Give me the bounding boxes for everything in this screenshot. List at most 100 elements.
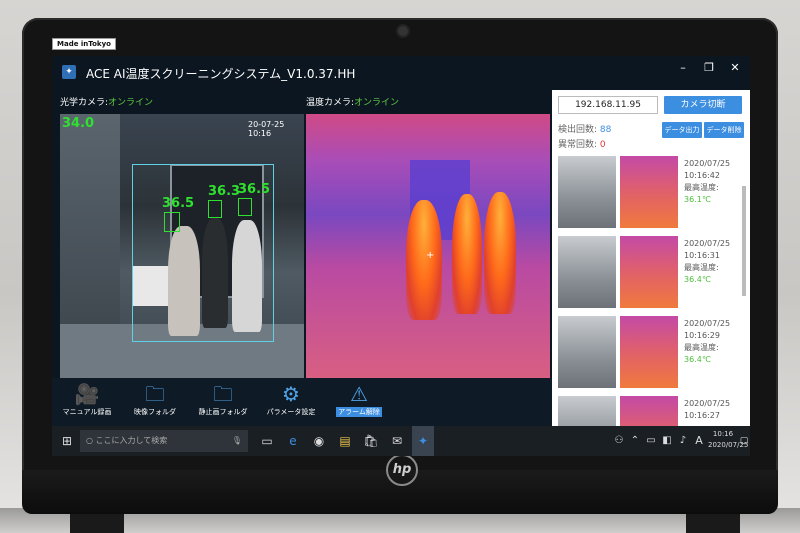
app-title: ACE AI温度スクリーニングシステム_V1.0.37.HH (86, 67, 356, 81)
windows-taskbar: ⊞ ○ ここに入力して検索 🎙 ▭ e ◉ ▤ 🛍 ✉ ✦ ⚇ ⌃ ▭ ◧ ♪ … (52, 426, 750, 456)
thermal-person-1 (406, 200, 442, 320)
detect-count: 88 (599, 125, 612, 135)
ip-address-field[interactable]: 192.168.11.95 (558, 96, 658, 114)
detect-count-row: 検出回数: 88 (558, 122, 611, 135)
entry-max-label: 最高温度: (684, 343, 719, 352)
people-icon[interactable]: ⚇ (612, 426, 626, 456)
file-explorer-icon[interactable]: ▤ (334, 426, 356, 456)
taskbar-search-box[interactable]: ○ ここに入力して検索 🎙 (80, 430, 248, 452)
face-box-2 (208, 200, 222, 218)
abnormal-count: 0 (599, 140, 606, 150)
thermal-thumbnail (620, 236, 678, 308)
optical-thumbnail (558, 316, 616, 388)
still-folder-button[interactable]: 🗀 静止画フォルダ (188, 381, 258, 417)
thermal-person-3 (484, 192, 516, 314)
entry-info: 2020/07/25 10:16:29 最高温度: 36.4℃ (684, 318, 730, 366)
log-entry[interactable]: 2020/07/25 10:16:29 最高温度: 36.4℃ (558, 316, 742, 392)
optical-camera-feed: 36.5 36.3 36.5 34.0 20-07-25 10:16 (60, 114, 304, 378)
abnormal-count-row: 異常回数: 0 (558, 137, 606, 150)
entry-info: 2020/07/25 10:16:42 最高温度: 36.1℃ (684, 158, 730, 206)
hp-logo: hp (386, 454, 418, 486)
optical-camera-label: 光学カメラ:オンライン (60, 95, 153, 108)
data-delete-button[interactable]: データ削除 (704, 122, 744, 138)
optical-camera-title: 光学カメラ: (60, 98, 109, 108)
entry-date: 2020/07/25 (684, 239, 731, 248)
screen: ✦ ACE AI温度スクリーニングシステム_V1.0.37.HH – ❐ ✕ 光… (52, 56, 750, 456)
windows-start-icon[interactable]: ⊞ (56, 426, 78, 456)
manual-record-button[interactable]: 🎥 マニュアル録画 (52, 381, 122, 417)
still-folder-label: 静止画フォルダ (198, 408, 248, 416)
bottom-toolbar: 🎥 マニュアル録画 🗀 映像フォルダ 🗀 静止画フォルダ ⚙ パラメータ設定 ⚠… (52, 378, 552, 426)
title-bar: ✦ ACE AI温度スクリーニングシステム_V1.0.37.HH – ❐ ✕ (52, 56, 750, 90)
notification-icon[interactable]: ▢ (738, 426, 750, 456)
crosshair-icon: + (426, 250, 435, 261)
minimize-button[interactable]: – (674, 61, 692, 74)
optical-thumbnail (558, 156, 616, 228)
volume-icon[interactable]: ♪ (676, 426, 690, 456)
video-camera-icon: 🎥 (74, 382, 100, 406)
log-entry[interactable]: 2020/07/25 10:16:27 (558, 396, 742, 426)
thermal-camera-label: 温度カメラ:オンライン (306, 95, 399, 108)
entry-temp: 36.4℃ (684, 275, 711, 284)
folder-icon: 🗀 (145, 382, 165, 406)
store-icon[interactable]: 🛍 (360, 426, 382, 456)
chrome-icon[interactable]: ◉ (308, 426, 330, 456)
ime-indicator[interactable]: A (692, 426, 706, 456)
entry-info: 2020/07/25 10:16:27 (684, 398, 730, 422)
battery-icon[interactable]: ▭ (644, 426, 658, 456)
made-in-sticker: Made inTokyo (52, 38, 116, 50)
mail-icon[interactable]: ✉ (386, 426, 408, 456)
entry-max-label: 最高温度: (684, 263, 719, 272)
face-temp-3: 36.5 (238, 182, 271, 197)
maximize-button[interactable]: ❐ (700, 61, 718, 74)
entry-time: 10:16:42 (684, 171, 720, 180)
microphone-icon: 🎙 (231, 436, 242, 445)
abnormal-label: 異常回数: (558, 140, 598, 150)
gear-icon: ⚙ (282, 382, 300, 406)
webcam (398, 26, 408, 36)
thermal-thumbnail (620, 316, 678, 388)
camera-switch-button[interactable]: カメラ切断 (664, 96, 742, 114)
entry-date: 2020/07/25 (684, 319, 731, 328)
network-icon[interactable]: ◧ (660, 426, 674, 456)
video-timestamp: 20-07-25 10:16 (248, 120, 285, 138)
optical-camera-status: オンライン (108, 98, 154, 108)
scrollbar[interactable] (742, 186, 746, 296)
search-icon: ○ (86, 436, 93, 445)
thermal-camera-title: 温度カメラ: (306, 98, 355, 108)
close-button[interactable]: ✕ (726, 61, 744, 74)
warning-icon: ⚠ (350, 382, 368, 406)
parameter-settings-button[interactable]: ⚙ パラメータ設定 (256, 381, 326, 417)
taskbar-clock[interactable]: 10:16 2020/07/25 (708, 429, 749, 451)
log-entry[interactable]: 2020/07/25 10:16:42 最高温度: 36.1℃ (558, 156, 742, 232)
taskbar-search-text: ここに入力して検索 (95, 436, 168, 445)
entry-temp: 36.4℃ (684, 355, 711, 364)
thermal-person-2 (452, 194, 482, 314)
edge-icon[interactable]: e (282, 426, 304, 456)
clock-time: 10:16 (712, 430, 734, 438)
face-temp-1: 36.5 (162, 196, 195, 211)
app-taskbar-icon[interactable]: ✦ (412, 426, 434, 456)
parameter-settings-label: パラメータ設定 (266, 408, 316, 416)
task-view-icon[interactable]: ▭ (256, 426, 278, 456)
thermal-camera-feed: + (306, 114, 550, 378)
data-output-button[interactable]: データ出力 (662, 122, 702, 138)
log-entry[interactable]: 2020/07/25 10:16:31 最高温度: 36.4℃ (558, 236, 742, 312)
face-box-1 (164, 212, 180, 232)
log-panel: 192.168.11.95 カメラ切断 検出回数: 88 異常回数: 0 データ… (552, 90, 750, 426)
entry-max-label: 最高温度: (684, 183, 719, 192)
entry-temp: 36.1℃ (684, 195, 711, 204)
thermal-thumbnail (620, 156, 678, 228)
tray-chevron-icon[interactable]: ⌃ (628, 426, 642, 456)
alarm-release-label: アラーム解除 (336, 407, 382, 417)
manual-record-label: マニュアル録画 (62, 408, 112, 416)
clock-date: 2020/07/25 (708, 441, 749, 449)
video-folder-button[interactable]: 🗀 映像フォルダ (120, 381, 190, 417)
thermal-thumbnail (620, 396, 678, 426)
detect-label: 検出回数: (558, 125, 598, 135)
alarm-release-button[interactable]: ⚠ アラーム解除 (324, 381, 394, 417)
folder-icon: 🗀 (213, 382, 233, 406)
entry-time: 10:16:31 (684, 251, 720, 260)
optical-thumbnail (558, 396, 616, 426)
corner-temp: 34.0 (62, 116, 95, 131)
